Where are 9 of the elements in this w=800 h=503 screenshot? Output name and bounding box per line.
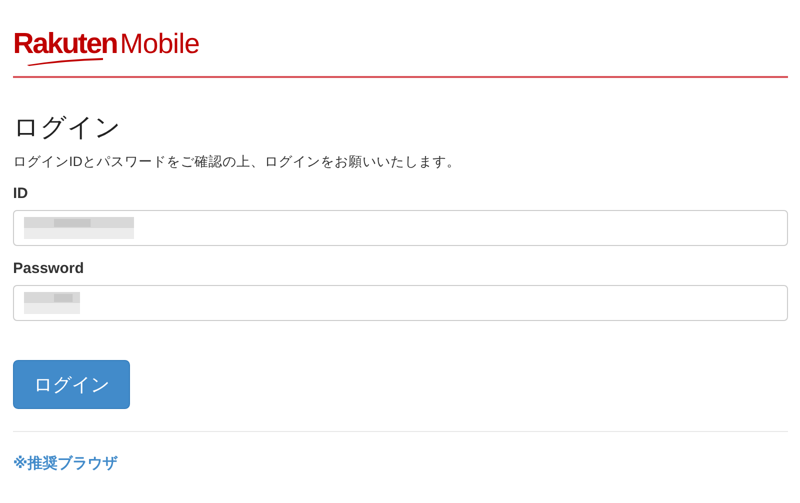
page-title: ログイン — [13, 111, 122, 144]
input-field[interactable] — [13, 210, 788, 246]
logo: RakutenMobile — [13, 28, 200, 66]
field-label: Password — [13, 260, 85, 277]
login-button[interactable]: ログイン — [13, 360, 130, 409]
input-field[interactable] — [13, 285, 788, 321]
description: ログインIDとパスワードをご確認の上、ログインをお願いいたします。 — [13, 153, 462, 171]
field-label: ID — [13, 185, 29, 202]
recommended-browsers-link[interactable]: ※推奨ブラウザ — [13, 455, 118, 472]
